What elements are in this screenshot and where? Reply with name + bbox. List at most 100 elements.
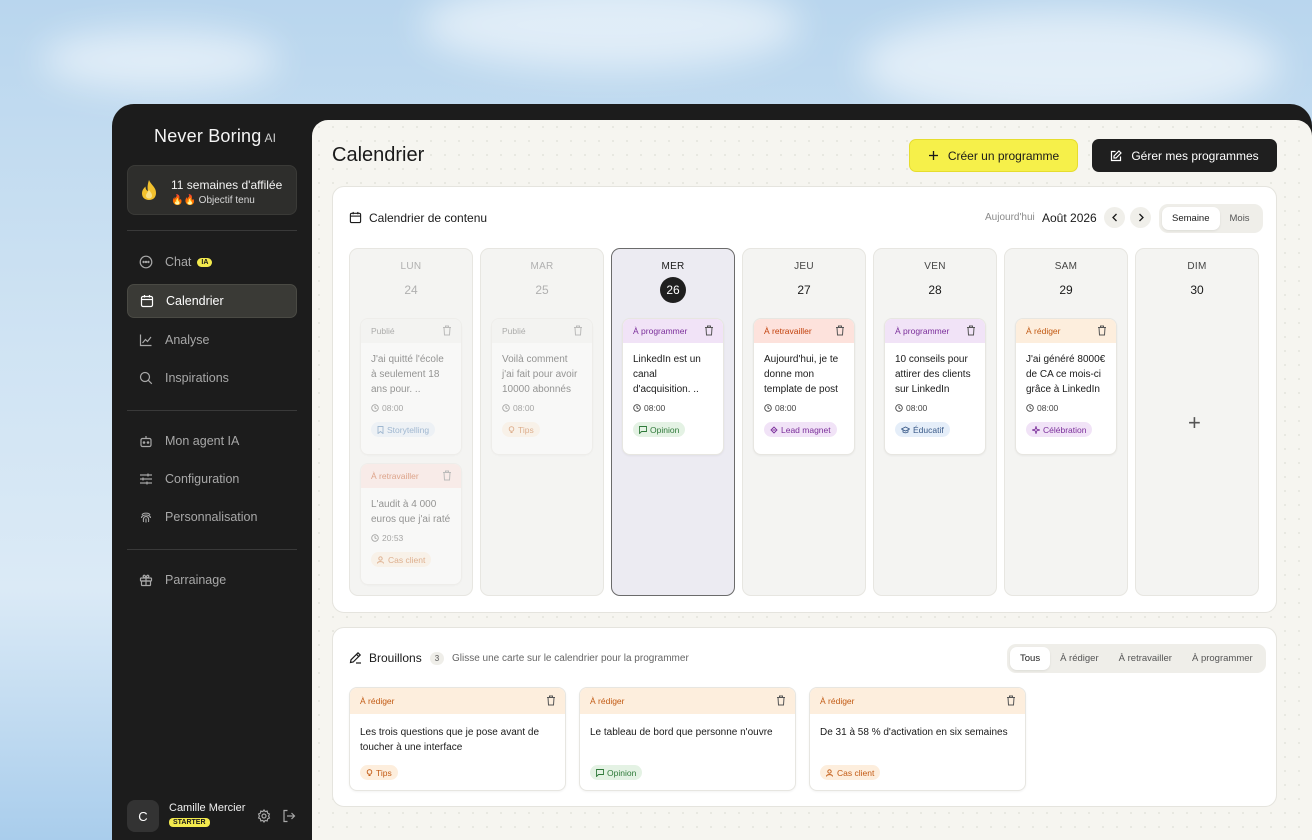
card-text: J'ai quitté l'école à seulement 18 ans p… xyxy=(371,354,444,395)
filter-a-rediger[interactable]: À rédiger xyxy=(1050,647,1109,670)
streak-title: 11 semaines d'affilée xyxy=(171,178,283,192)
card-status-label: Publié xyxy=(371,326,395,336)
card-time-label: 08:00 xyxy=(906,403,928,413)
divider xyxy=(127,549,297,550)
post-card[interactable]: Publié Voilà comment j'ai fait pour avoi… xyxy=(491,318,593,455)
draft-card[interactable]: À rédiger De 31 à 58 % d'activation en s… xyxy=(809,687,1026,791)
sidebar: Never Boring AI 11 semaines d'affilée 🔥🔥 … xyxy=(112,104,312,840)
day-name: DIM xyxy=(1187,261,1207,272)
filter-a-retravailler[interactable]: À retravailler xyxy=(1109,647,1182,670)
day-date: 27 xyxy=(797,283,811,297)
post-card[interactable]: À retravailler Aujourd'hui, je te donne … xyxy=(753,318,855,455)
trash-icon[interactable] xyxy=(1097,325,1107,338)
draft-card[interactable]: À rédiger Le tableau de bord que personn… xyxy=(579,687,796,791)
streak-card: 11 semaines d'affilée 🔥🔥 Objectif tenu xyxy=(127,165,297,215)
card-status-label: À rédiger xyxy=(360,696,395,706)
card-text: L'audit à 4 000 euros que j'ai raté xyxy=(371,499,451,525)
card-status-label: À rédiger xyxy=(590,696,625,706)
sidebar-item-label: Inspirations xyxy=(165,371,229,385)
page-title: Calendrier xyxy=(332,144,425,166)
day-column-dim[interactable]: DIM 30 + xyxy=(1135,248,1259,596)
day-column-mer: MER 26 À programmer LinkedIn est un cana… xyxy=(611,248,735,596)
card-status: À retravailler xyxy=(754,319,854,343)
clock-icon xyxy=(633,404,641,412)
trash-icon[interactable] xyxy=(442,325,452,338)
view-week-tab[interactable]: Semaine xyxy=(1162,207,1220,230)
post-card[interactable]: À retravailler L'audit à 4 000 euros que… xyxy=(360,463,462,585)
user-profile[interactable]: C Camille Mercier STARTER xyxy=(127,800,307,832)
today-button[interactable]: Aujourd'hui xyxy=(985,212,1035,223)
post-card[interactable]: À programmer 10 conseils pour attirer de… xyxy=(884,318,986,455)
trash-icon[interactable] xyxy=(1006,695,1016,708)
view-toggle: Semaine Mois xyxy=(1159,204,1263,233)
sidebar-item-analyse[interactable]: Analyse xyxy=(127,323,297,357)
trash-icon[interactable] xyxy=(442,470,452,483)
trash-icon[interactable] xyxy=(704,325,714,338)
trash-icon[interactable] xyxy=(835,325,845,338)
chevron-left-icon xyxy=(1111,209,1119,227)
card-tag: Cas client xyxy=(820,765,881,780)
logout-icon[interactable] xyxy=(282,809,296,823)
sidebar-item-parrainage[interactable]: Parrainage xyxy=(127,563,297,597)
user-name: Camille Mercier xyxy=(169,802,246,814)
trash-icon[interactable] xyxy=(966,325,976,338)
plan-badge: STARTER xyxy=(169,818,210,827)
lightbulb-icon xyxy=(508,425,515,434)
card-time: 08:00 xyxy=(361,397,461,413)
sidebar-item-inspirations[interactable]: Inspirations xyxy=(127,361,297,395)
ia-badge: IA xyxy=(197,257,213,267)
add-post-button[interactable]: + xyxy=(1188,410,1201,436)
settings-gear-icon[interactable] xyxy=(257,809,271,823)
trash-icon[interactable] xyxy=(776,695,786,708)
draft-card[interactable]: À rédiger Les trois questions que je pos… xyxy=(349,687,566,791)
sidebar-item-personnalisation[interactable]: Personnalisation xyxy=(127,500,297,534)
drafts-hint: Glisse une carte sur le calendrier pour … xyxy=(452,653,689,664)
sidebar-item-label: Parrainage xyxy=(165,573,227,587)
user-icon xyxy=(377,555,385,564)
manage-programs-button[interactable]: Gérer mes programmes xyxy=(1092,139,1277,172)
card-tag: Opinion xyxy=(590,765,643,780)
card-status: Publié xyxy=(361,319,461,343)
card-text: Voilà comment j'ai fait pour avoir 10000… xyxy=(502,354,578,395)
sidebar-item-label: Personnalisation xyxy=(165,510,258,524)
drafts-title: Brouillons xyxy=(369,651,422,665)
card-tag: Célébration xyxy=(1026,422,1093,437)
month-label: Août 2026 xyxy=(1042,211,1097,225)
create-program-label: Créer un programme xyxy=(947,148,1060,163)
clock-icon xyxy=(1026,404,1034,412)
main-content: Calendrier Créer un programme Gérer mes … xyxy=(312,120,1312,840)
day-name: MER xyxy=(661,261,685,272)
divider xyxy=(127,230,297,231)
card-text: 10 conseils pour attirer des clients sur… xyxy=(895,354,971,395)
clock-icon xyxy=(371,404,379,412)
day-column-ven: VEN 28 À programmer 10 conseils pour att… xyxy=(873,248,997,596)
card-text: Aujourd'hui, je te donne mon template de… xyxy=(764,354,839,395)
filter-tous[interactable]: Tous xyxy=(1010,647,1051,670)
user-icon xyxy=(826,768,834,777)
brand-suffix: AI xyxy=(264,131,277,145)
post-card[interactable]: À programmer LinkedIn est un canal d'acq… xyxy=(622,318,724,455)
card-text: J'ai généré 8000€ de CA ce mois-ci grâce… xyxy=(1026,354,1106,395)
trash-icon[interactable] xyxy=(573,325,583,338)
create-program-button[interactable]: Créer un programme xyxy=(909,139,1078,172)
post-card[interactable]: À rédiger J'ai généré 8000€ de CA ce moi… xyxy=(1015,318,1117,455)
day-date: 29 xyxy=(1059,283,1073,297)
card-tag-label: Tips xyxy=(376,767,392,778)
sidebar-item-chat[interactable]: Chat IA xyxy=(127,245,297,279)
next-week-button[interactable] xyxy=(1130,207,1151,228)
trash-icon[interactable] xyxy=(546,695,556,708)
manage-programs-label: Gérer mes programmes xyxy=(1131,148,1259,163)
card-tag-label: Éducatif xyxy=(913,424,944,435)
sliders-icon xyxy=(139,472,153,486)
prev-week-button[interactable] xyxy=(1104,207,1125,228)
avatar[interactable]: C xyxy=(127,800,159,832)
post-card[interactable]: Publié J'ai quitté l'école à seulement 1… xyxy=(360,318,462,455)
view-month-tab[interactable]: Mois xyxy=(1220,207,1260,230)
filter-a-programmer[interactable]: À programmer xyxy=(1182,647,1263,670)
calendar-icon xyxy=(140,294,154,308)
sidebar-item-configuration[interactable]: Configuration xyxy=(127,462,297,496)
brand-name: Never Boring xyxy=(154,126,262,146)
sidebar-item-calendrier[interactable]: Calendrier xyxy=(127,284,297,318)
sidebar-item-mon-agent-ia[interactable]: Mon agent IA xyxy=(127,424,297,458)
day-column-jeu: JEU 27 À retravailler Aujourd'hui, je te… xyxy=(742,248,866,596)
